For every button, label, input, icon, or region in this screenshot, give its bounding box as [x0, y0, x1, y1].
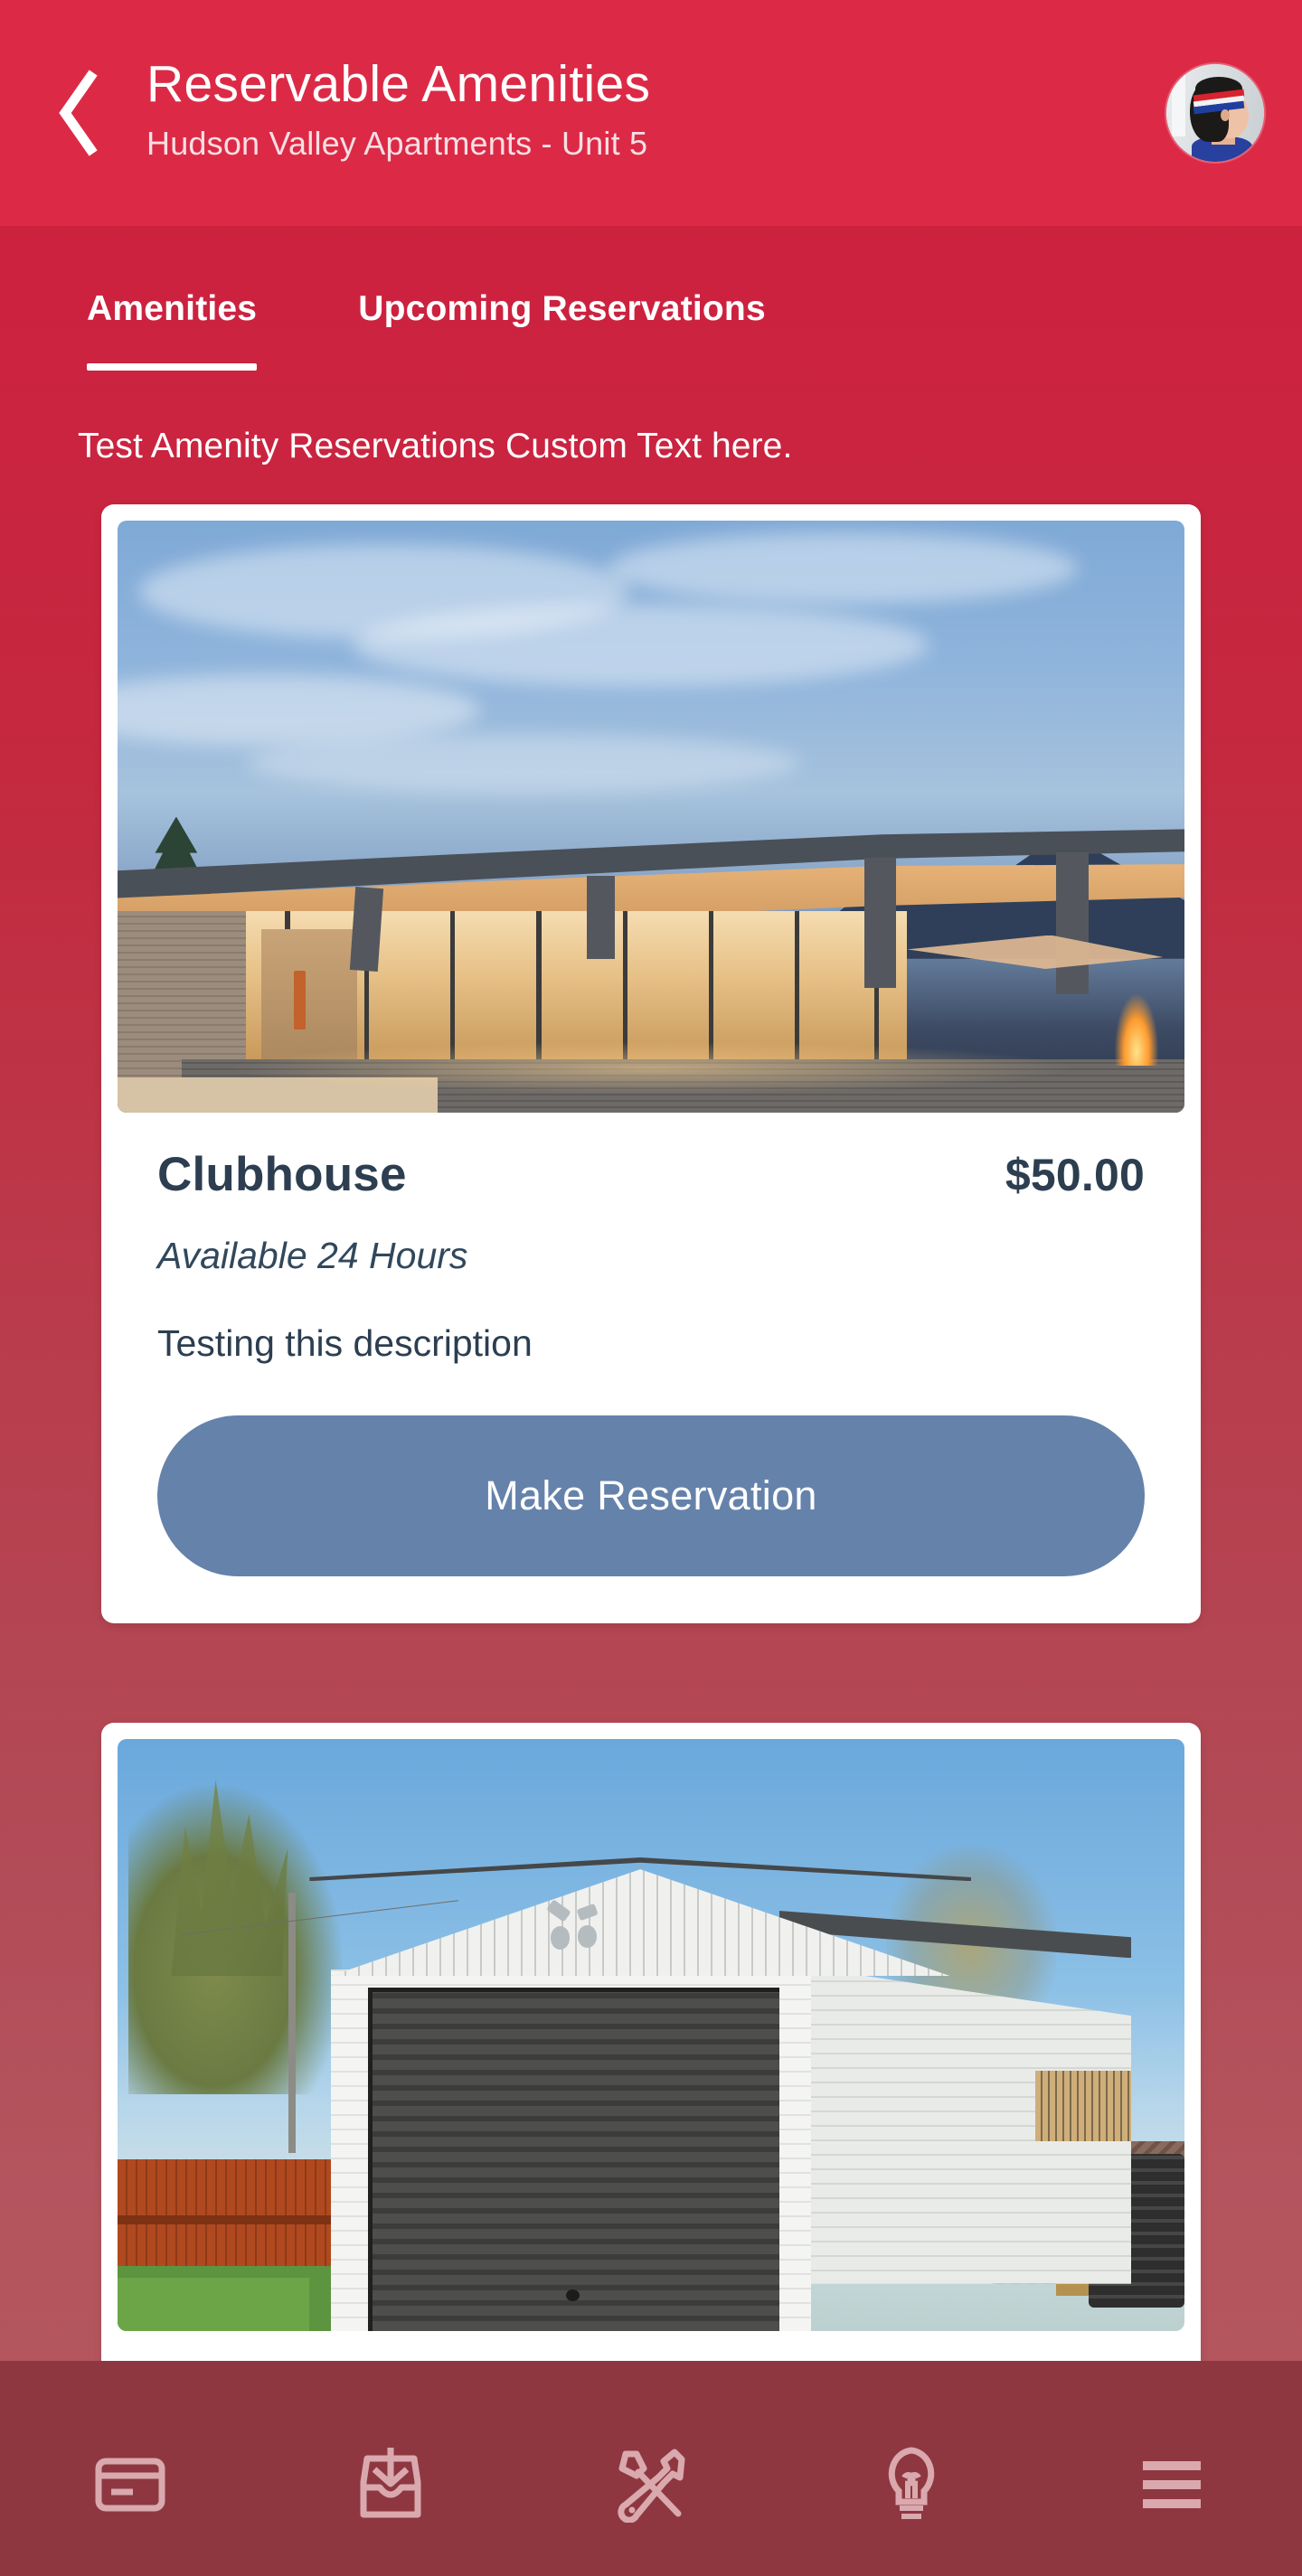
cloud	[608, 532, 1078, 604]
nav-item-menu[interactable]	[1042, 2361, 1302, 2576]
door-handle	[293, 970, 306, 1030]
door-latch	[565, 2289, 580, 2302]
amenity-availability: Available 24 Hours	[157, 1235, 468, 1276]
support-column	[1056, 851, 1089, 994]
support-column	[349, 887, 383, 972]
tab-upcoming-reservations[interactable]: Upcoming Reservations	[358, 289, 766, 371]
cloud	[245, 733, 801, 794]
window-mullion	[794, 911, 799, 1060]
tab-active-indicator	[87, 363, 258, 371]
amenity-card-body: Clubhouse $50.00 Available 24 Hours Test…	[118, 1113, 1184, 1623]
nav-item-ideas[interactable]	[781, 2361, 1042, 2576]
avatar[interactable]	[1166, 64, 1264, 162]
amenity-price: $50.00	[1005, 1150, 1145, 1200]
avatar-ear	[1221, 108, 1231, 121]
chevron-left-icon	[54, 70, 101, 156]
credit-card-icon	[95, 2458, 165, 2512]
avatar-doorframe	[1172, 64, 1185, 136]
lawn-foreground	[118, 2278, 310, 2331]
page-subtitle: Hudson Valley Apartments - Unit 5	[146, 124, 648, 162]
bottom-navigation	[0, 2361, 1302, 2576]
window-mullion	[450, 911, 456, 1060]
tab-bar: Amenities Upcoming Reservations	[0, 226, 1302, 371]
amenity-title: Clubhouse	[157, 1148, 407, 1201]
custom-text: Test Amenity Reservations Custom Text he…	[78, 427, 793, 465]
window-mullion	[708, 911, 713, 1060]
amenity-card[interactable]	[101, 1723, 1201, 2412]
header-titles: Reservable Amenities Hudson Valley Apart…	[121, 55, 1150, 170]
roller-door	[368, 1988, 779, 2331]
inbox-download-icon	[356, 2448, 425, 2522]
cloud	[352, 603, 929, 687]
tab-upcoming-reservations-label: Upcoming Reservations	[358, 289, 766, 328]
side-window	[1034, 2070, 1131, 2142]
tab-amenities[interactable]: Amenities	[87, 289, 258, 371]
ornament-part	[551, 1926, 571, 1950]
warm-glow	[224, 1041, 1078, 1095]
support-column	[587, 876, 615, 959]
window-mullion	[622, 911, 627, 1060]
make-reservation-button[interactable]: Make Reservation	[157, 1415, 1145, 1576]
garage-scene	[118, 1739, 1184, 2331]
amenity-list: Clubhouse $50.00 Available 24 Hours Test…	[0, 466, 1302, 2412]
amenity-card[interactable]: Clubhouse $50.00 Available 24 Hours Test…	[101, 504, 1201, 1623]
back-button[interactable]	[54, 59, 121, 167]
gable-ornament	[544, 1899, 609, 1951]
lightbulb-icon	[882, 2446, 941, 2524]
nav-item-payments[interactable]	[0, 2361, 260, 2576]
amenity-description: Testing this description	[157, 1322, 533, 1364]
fire-pit	[1115, 994, 1158, 1066]
window-mullion	[536, 911, 542, 1060]
amenity-title-row: Clubhouse $50.00	[157, 1147, 1145, 1202]
wooden-fence	[118, 2159, 353, 2266]
support-column	[864, 858, 897, 989]
app-header: Reservable Amenities Hudson Valley Apart…	[0, 0, 1302, 226]
fence-rail	[118, 2214, 353, 2225]
ornament-part	[577, 1925, 598, 1948]
utility-pole	[288, 1893, 297, 2154]
clubhouse-photo	[118, 521, 1184, 1113]
nav-item-maintenance[interactable]	[521, 2361, 781, 2576]
tab-amenities-label: Amenities	[87, 289, 258, 328]
page-title: Reservable Amenities	[146, 55, 651, 114]
ornament-part	[576, 1904, 599, 1922]
app-screen: Reservable Amenities Hudson Valley Apart…	[0, 0, 1302, 2576]
clubhouse-scene	[118, 521, 1184, 1113]
tools-icon	[613, 2447, 689, 2523]
garage-photo	[118, 1739, 1184, 2331]
nav-item-documents[interactable]	[260, 2361, 521, 2576]
hamburger-menu-icon	[1139, 2459, 1204, 2510]
